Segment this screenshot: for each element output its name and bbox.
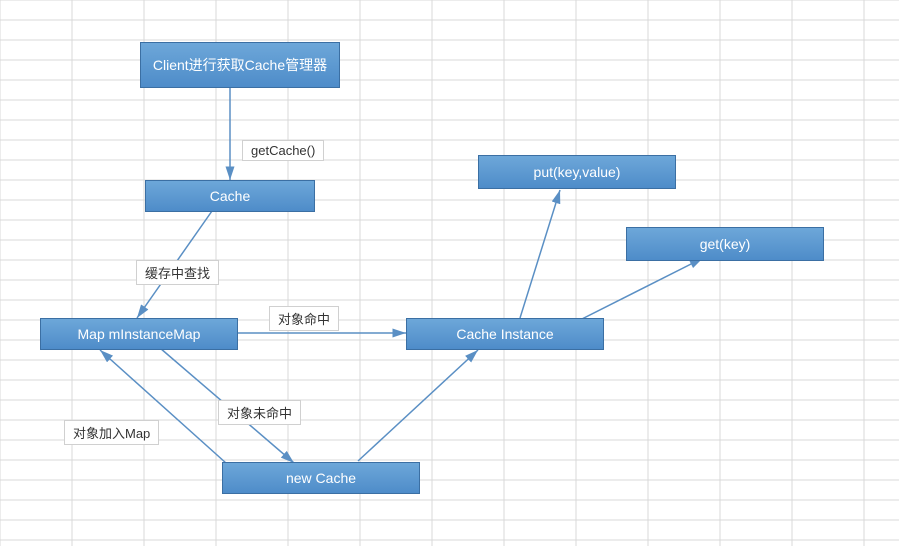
edge-label-getcache: getCache() — [242, 140, 324, 161]
edge-label-object-miss: 对象未命中 — [218, 400, 301, 425]
node-new-cache: new Cache — [222, 462, 420, 494]
edge-label-object-hit: 对象命中 — [269, 306, 339, 331]
node-cache-instance: Cache Instance — [406, 318, 604, 350]
node-map: Map mInstanceMap — [40, 318, 238, 350]
edge-label-add-to-map: 对象加入Map — [64, 420, 159, 445]
node-cache: Cache — [145, 180, 315, 212]
node-put: put(key,value) — [478, 155, 676, 189]
diagram-arrows — [0, 0, 899, 546]
node-get: get(key) — [626, 227, 824, 261]
edge-label-find-in-cache: 缓存中查找 — [136, 260, 219, 285]
node-client: Client进行获取Cache管理器 — [140, 42, 340, 88]
